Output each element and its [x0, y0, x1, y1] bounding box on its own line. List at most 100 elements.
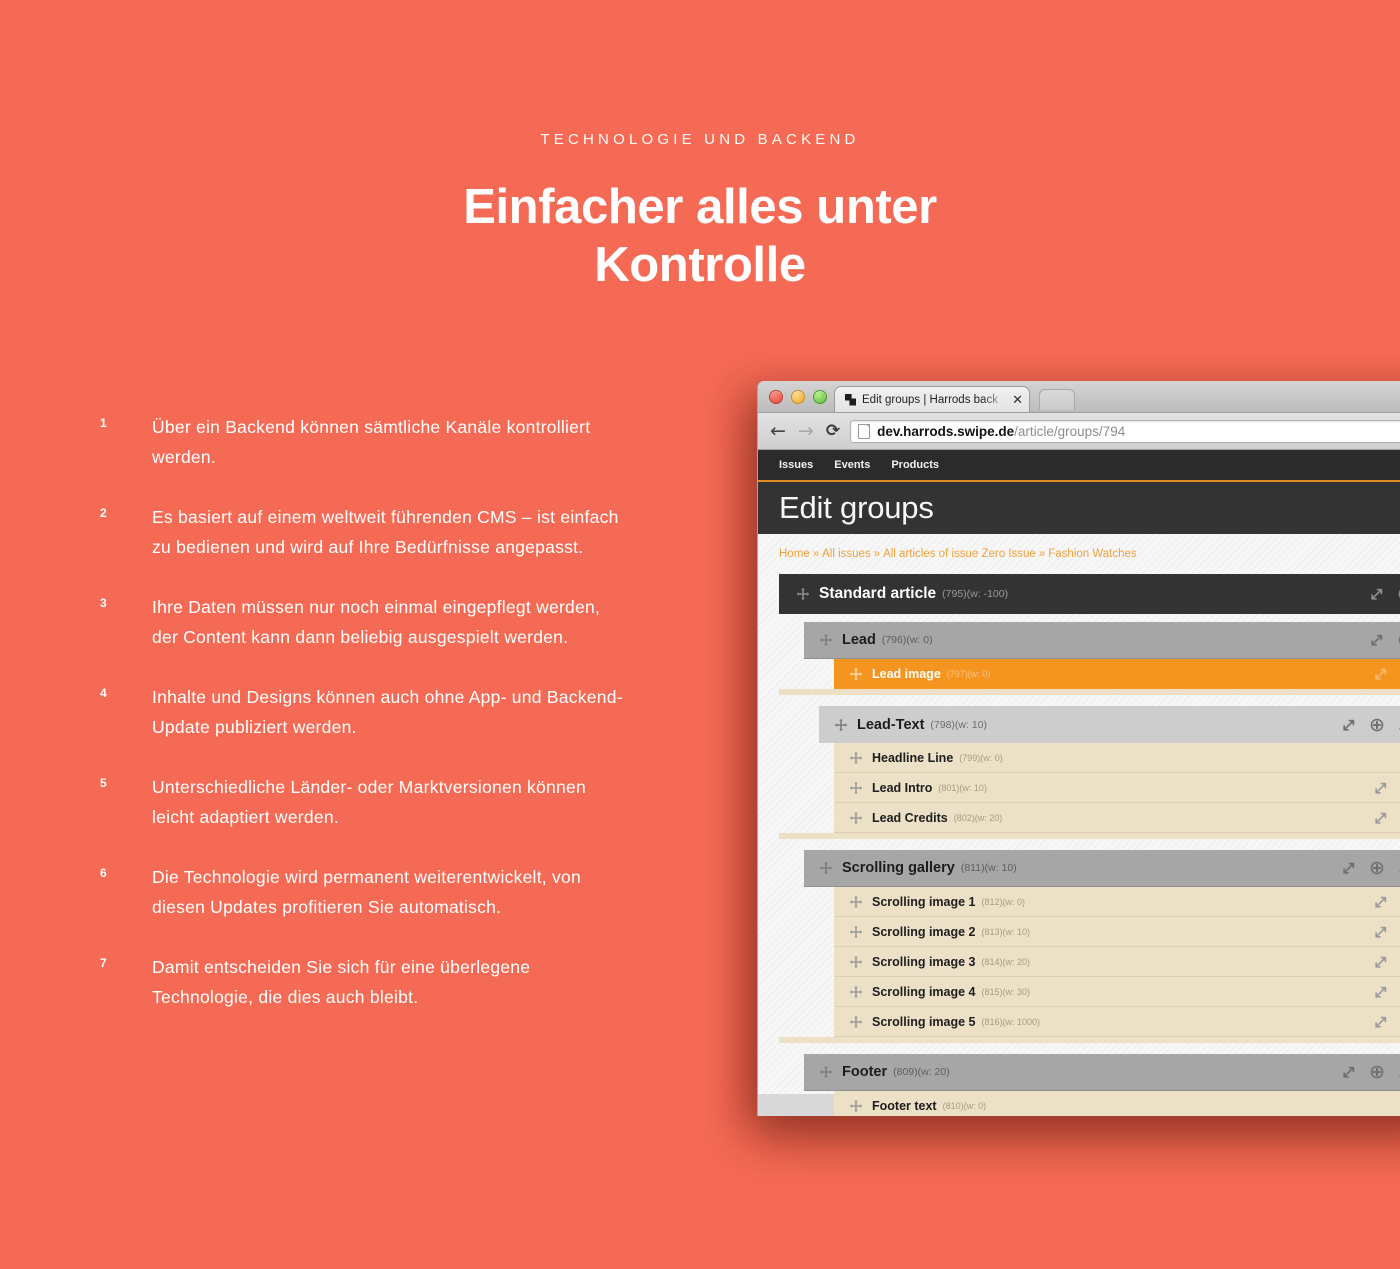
browser-tab-strip: Edit groups | Harrods back ✕: [758, 381, 1400, 413]
move-handle-icon[interactable]: [819, 1065, 833, 1079]
drag-handle[interactable]: [849, 751, 863, 765]
url-path: /article/groups/794: [1014, 423, 1126, 439]
tree-row[interactable]: Lead image (797)(w: 0): [834, 659, 1400, 689]
drag-handle[interactable]: [834, 718, 848, 732]
tree-row[interactable]: Headline Line (799)(w: 0): [834, 743, 1400, 773]
tree-row-label: Footer text: [872, 1098, 937, 1113]
feature-item: 6 Die Technologie wird permanent weiteren…: [100, 862, 630, 922]
minimize-window-icon[interactable]: [791, 390, 805, 404]
nav-item-events[interactable]: Events: [834, 459, 870, 471]
plus-icon[interactable]: [1370, 861, 1384, 875]
close-tab-icon[interactable]: ✕: [1012, 393, 1023, 406]
resize-icon[interactable]: [1370, 587, 1384, 601]
breadcrumb-item[interactable]: Fashion Watches: [1048, 548, 1136, 560]
tree-row[interactable]: Footer (809)(w: 20): [804, 1054, 1400, 1091]
tree-row[interactable]: Footer text (810)(w: 0): [834, 1091, 1400, 1116]
tree-row[interactable]: Scrolling image 5 (816)(w: 1000): [834, 1007, 1400, 1037]
reload-icon[interactable]: ⟳: [826, 422, 840, 440]
move-handle-icon[interactable]: [819, 861, 833, 875]
move-handle-icon[interactable]: [849, 781, 863, 795]
resize-icon[interactable]: [1374, 781, 1388, 795]
move-handle-icon[interactable]: [849, 667, 863, 681]
drag-handle[interactable]: [849, 955, 863, 969]
resize-icon[interactable]: [1370, 633, 1384, 647]
feature-item: 3 Ihre Daten müssen nur noch einmal einge…: [100, 592, 630, 652]
tree-row[interactable]: Scrolling gallery (811)(w: 10): [804, 850, 1400, 887]
tree-row[interactable]: Standard article (795)(w: -100): [779, 574, 1400, 614]
resize-icon[interactable]: [1342, 861, 1356, 875]
drag-handle[interactable]: [849, 925, 863, 939]
nav-item-products[interactable]: Products: [891, 459, 939, 471]
move-handle-icon[interactable]: [849, 811, 863, 825]
resize-icon[interactable]: [1374, 925, 1388, 939]
tree-row-actions: [1374, 1015, 1400, 1029]
tree-row-meta: (811)(w: 10): [960, 862, 1017, 874]
resize-icon[interactable]: [1374, 985, 1388, 999]
back-icon[interactable]: ←: [770, 421, 786, 441]
section-eyebrow: TECHNOLOGIE UND BACKEND: [540, 131, 860, 148]
drag-handle[interactable]: [849, 1099, 863, 1113]
drag-handle[interactable]: [849, 811, 863, 825]
resize-icon[interactable]: [1342, 1065, 1356, 1079]
tree-row[interactable]: Scrolling image 4 (815)(w: 30): [834, 977, 1400, 1007]
tree-row[interactable]: Lead-Text (798)(w: 10): [819, 706, 1400, 743]
feature-item: 7 Damit entscheiden Sie sich für eine übe…: [100, 952, 630, 1012]
tree-row[interactable]: Lead Credits (802)(w: 20): [834, 803, 1400, 833]
drag-handle[interactable]: [849, 781, 863, 795]
nav-item-issues[interactable]: Issues: [779, 459, 813, 471]
feature-item: 5 Unterschiedliche Länder- oder Marktvers…: [100, 772, 630, 832]
move-handle-icon[interactable]: [849, 1015, 863, 1029]
plus-icon[interactable]: [1370, 1065, 1384, 1079]
app-page-header: Edit groups: [758, 482, 1400, 534]
move-handle-icon[interactable]: [849, 955, 863, 969]
breadcrumb-item[interactable]: All articles of issue Zero Issue: [883, 548, 1036, 560]
tree-row-actions: [1370, 587, 1400, 601]
tree-row[interactable]: Scrolling image 1 (812)(w: 0): [834, 887, 1400, 917]
breadcrumb-item[interactable]: All issues: [822, 548, 871, 560]
drag-handle[interactable]: [849, 1015, 863, 1029]
move-handle-icon[interactable]: [849, 751, 863, 765]
tree-row[interactable]: Lead Intro (801)(w: 10): [834, 773, 1400, 803]
drag-handle[interactable]: [819, 1065, 833, 1079]
feature-text: Inhalte und Designs können auch ohne App…: [152, 687, 623, 737]
resize-icon[interactable]: [1374, 811, 1388, 825]
move-handle-icon[interactable]: [796, 587, 810, 601]
resize-icon[interactable]: [1374, 667, 1388, 681]
move-handle-icon[interactable]: [849, 985, 863, 999]
tree-row-label: Lead image: [872, 667, 941, 681]
move-handle-icon[interactable]: [834, 718, 848, 732]
tree-row[interactable]: Scrolling image 3 (814)(w: 20): [834, 947, 1400, 977]
move-handle-icon[interactable]: [849, 925, 863, 939]
tree-row-label: Scrolling image 2: [872, 924, 976, 939]
move-handle-icon[interactable]: [819, 633, 833, 647]
plus-icon[interactable]: [1370, 718, 1384, 732]
drag-handle[interactable]: [819, 633, 833, 647]
tree-row-actions: [1342, 1065, 1400, 1079]
tree-row-actions: [1374, 811, 1400, 825]
tree-row[interactable]: Scrolling image 2 (813)(w: 10): [834, 917, 1400, 947]
tree-row-meta: (814)(w: 20): [981, 956, 1031, 967]
drag-handle[interactable]: [849, 667, 863, 681]
move-handle-icon[interactable]: [849, 1099, 863, 1113]
browser-tab[interactable]: Edit groups | Harrods back ✕: [834, 386, 1030, 412]
drag-handle[interactable]: [849, 985, 863, 999]
breadcrumb-item[interactable]: Home: [779, 548, 810, 560]
forward-icon[interactable]: →: [798, 421, 814, 441]
resize-icon[interactable]: [1374, 955, 1388, 969]
drag-handle[interactable]: [796, 587, 810, 601]
drag-handle[interactable]: [849, 895, 863, 909]
drag-handle[interactable]: [819, 861, 833, 875]
maximize-window-icon[interactable]: [813, 390, 827, 404]
feature-text: Über ein Backend können sämtliche Kanäle…: [152, 417, 591, 467]
tree-row[interactable]: Lead (796)(w: 0): [804, 622, 1400, 659]
new-tab-button[interactable]: [1039, 389, 1075, 410]
address-bar[interactable]: dev.harrods.swipe.de/article/groups/794: [850, 419, 1400, 443]
resize-icon[interactable]: [1374, 1015, 1388, 1029]
window-controls[interactable]: [769, 390, 827, 404]
tree-row-meta: (796)(w: 0): [881, 634, 933, 646]
resize-icon[interactable]: [1374, 895, 1388, 909]
move-handle-icon[interactable]: [849, 895, 863, 909]
tree-row-label: Lead Intro: [872, 780, 933, 795]
resize-icon[interactable]: [1342, 718, 1356, 732]
close-window-icon[interactable]: [769, 390, 783, 404]
